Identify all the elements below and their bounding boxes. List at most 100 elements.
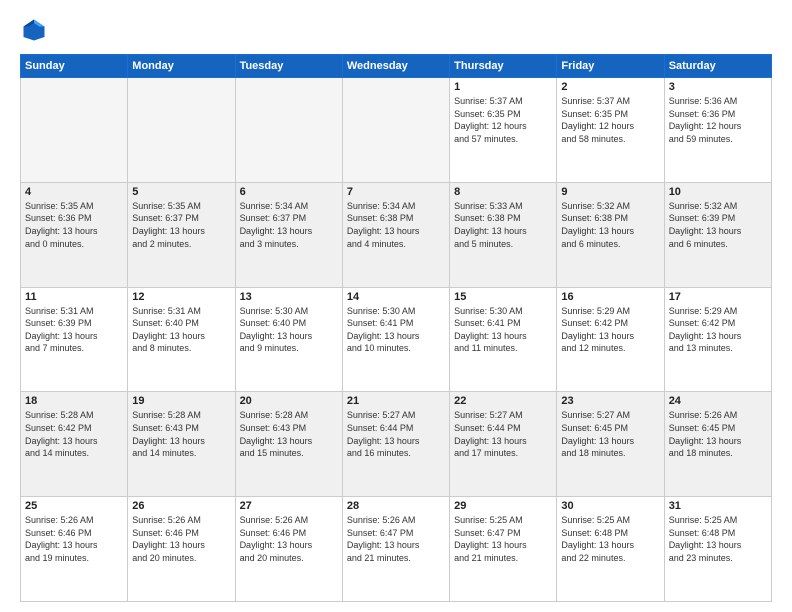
- calendar-day: 17Sunrise: 5:29 AMSunset: 6:42 PMDayligh…: [664, 287, 771, 392]
- day-number: 20: [240, 395, 338, 407]
- day-info: Sunrise: 5:25 AMSunset: 6:48 PMDaylight:…: [669, 514, 767, 564]
- day-info: Sunrise: 5:26 AMSunset: 6:46 PMDaylight:…: [25, 514, 123, 564]
- calendar-week-row: 11 Sunrise: 5:31 AMSunset: 6:39 PMDayligh…: [21, 287, 772, 392]
- calendar-day: 18Sunrise: 5:28 AMSunset: 6:42 PMDayligh…: [21, 392, 128, 497]
- day-number: 13: [240, 291, 338, 303]
- calendar-header-sunday: Sunday: [21, 55, 128, 78]
- day-info: Sunrise: 5:28 AMSunset: 6:43 PMDaylight:…: [132, 409, 230, 459]
- calendar-day: 5Sunrise: 5:35 AMSunset: 6:37 PMDaylight…: [128, 182, 235, 287]
- day-info: Sunrise: 5:31 AMSunset: 6:40 PMDaylight:…: [132, 305, 230, 355]
- calendar-week-row: 18Sunrise: 5:28 AMSunset: 6:42 PMDayligh…: [21, 392, 772, 497]
- day-number: 7: [347, 186, 445, 198]
- calendar-day: 23 Sunrise: 5:27 AMSunset: 6:45 PMDayligh…: [557, 392, 664, 497]
- day-info: Sunrise: 5:30 AMSunset: 6:40 PMDaylight:…: [240, 305, 338, 355]
- calendar-day: [235, 78, 342, 183]
- calendar-day: [342, 78, 449, 183]
- day-number: 9: [561, 186, 659, 198]
- day-number: 15: [454, 291, 552, 303]
- day-number: 26: [132, 500, 230, 512]
- calendar-day: 12 Sunrise: 5:31 AMSunset: 6:40 PMDayligh…: [128, 287, 235, 392]
- day-info: Sunrise: 5:26 AMSunset: 6:46 PMDaylight:…: [132, 514, 230, 564]
- calendar-day: 27 Sunrise: 5:26 AMSunset: 6:46 PMDayligh…: [235, 497, 342, 602]
- day-number: 8: [454, 186, 552, 198]
- day-info: Sunrise: 5:25 AMSunset: 6:48 PMDaylight:…: [561, 514, 659, 564]
- day-info: Sunrise: 5:26 AMSunset: 6:45 PMDaylight:…: [669, 409, 767, 459]
- calendar-day: 3 Sunrise: 5:36 AMSunset: 6:36 PMDaylight…: [664, 78, 771, 183]
- day-number: 4: [25, 186, 123, 198]
- day-number: 14: [347, 291, 445, 303]
- calendar-header-monday: Monday: [128, 55, 235, 78]
- day-info: Sunrise: 5:29 AMSunset: 6:42 PMDaylight:…: [669, 305, 767, 355]
- day-info: Sunrise: 5:26 AMSunset: 6:46 PMDaylight:…: [240, 514, 338, 564]
- day-number: 11: [25, 291, 123, 303]
- day-info: Sunrise: 5:32 AMSunset: 6:39 PMDaylight:…: [669, 200, 767, 250]
- day-number: 10: [669, 186, 767, 198]
- calendar-day: 14 Sunrise: 5:30 AMSunset: 6:41 PMDayligh…: [342, 287, 449, 392]
- calendar-day: 28 Sunrise: 5:26 AMSunset: 6:47 PMDayligh…: [342, 497, 449, 602]
- day-info: Sunrise: 5:26 AMSunset: 6:47 PMDaylight:…: [347, 514, 445, 564]
- calendar-day: [21, 78, 128, 183]
- calendar-header-saturday: Saturday: [664, 55, 771, 78]
- calendar-day: 25 Sunrise: 5:26 AMSunset: 6:46 PMDayligh…: [21, 497, 128, 602]
- calendar-day: 30 Sunrise: 5:25 AMSunset: 6:48 PMDayligh…: [557, 497, 664, 602]
- day-number: 12: [132, 291, 230, 303]
- day-info: Sunrise: 5:32 AMSunset: 6:38 PMDaylight:…: [561, 200, 659, 250]
- calendar-day: 10 Sunrise: 5:32 AMSunset: 6:39 PMDayligh…: [664, 182, 771, 287]
- day-number: 29: [454, 500, 552, 512]
- calendar-day: 1 Sunrise: 5:37 AMSunset: 6:35 PMDaylight…: [450, 78, 557, 183]
- day-info: Sunrise: 5:28 AMSunset: 6:43 PMDaylight:…: [240, 409, 338, 459]
- day-number: 24: [669, 395, 767, 407]
- day-number: 22: [454, 395, 552, 407]
- page: SundayMondayTuesdayWednesdayThursdayFrid…: [0, 0, 792, 612]
- day-info: Sunrise: 5:25 AMSunset: 6:47 PMDaylight:…: [454, 514, 552, 564]
- calendar-header-wednesday: Wednesday: [342, 55, 449, 78]
- calendar-day: 20 Sunrise: 5:28 AMSunset: 6:43 PMDayligh…: [235, 392, 342, 497]
- calendar-day: 21Sunrise: 5:27 AMSunset: 6:44 PMDayligh…: [342, 392, 449, 497]
- calendar-day: 29 Sunrise: 5:25 AMSunset: 6:47 PMDayligh…: [450, 497, 557, 602]
- calendar-table: SundayMondayTuesdayWednesdayThursdayFrid…: [20, 54, 772, 602]
- day-info: Sunrise: 5:35 AMSunset: 6:36 PMDaylight:…: [25, 200, 123, 250]
- day-info: Sunrise: 5:34 AMSunset: 6:37 PMDaylight:…: [240, 200, 338, 250]
- calendar-header-tuesday: Tuesday: [235, 55, 342, 78]
- day-number: 30: [561, 500, 659, 512]
- calendar-header-row: SundayMondayTuesdayWednesdayThursdayFrid…: [21, 55, 772, 78]
- calendar-week-row: 1 Sunrise: 5:37 AMSunset: 6:35 PMDaylight…: [21, 78, 772, 183]
- calendar-day: 4 Sunrise: 5:35 AMSunset: 6:36 PMDaylight…: [21, 182, 128, 287]
- calendar-day: 31 Sunrise: 5:25 AMSunset: 6:48 PMDayligh…: [664, 497, 771, 602]
- calendar-week-row: 4 Sunrise: 5:35 AMSunset: 6:36 PMDaylight…: [21, 182, 772, 287]
- calendar-day: [128, 78, 235, 183]
- calendar-day: 15 Sunrise: 5:30 AMSunset: 6:41 PMDayligh…: [450, 287, 557, 392]
- day-info: Sunrise: 5:30 AMSunset: 6:41 PMDaylight:…: [454, 305, 552, 355]
- header: [20, 16, 772, 44]
- calendar-day: 16 Sunrise: 5:29 AMSunset: 6:42 PMDayligh…: [557, 287, 664, 392]
- calendar-day: 22Sunrise: 5:27 AMSunset: 6:44 PMDayligh…: [450, 392, 557, 497]
- calendar-day: 8Sunrise: 5:33 AMSunset: 6:38 PMDaylight…: [450, 182, 557, 287]
- day-number: 31: [669, 500, 767, 512]
- day-info: Sunrise: 5:34 AMSunset: 6:38 PMDaylight:…: [347, 200, 445, 250]
- day-number: 25: [25, 500, 123, 512]
- day-number: 6: [240, 186, 338, 198]
- day-info: Sunrise: 5:28 AMSunset: 6:42 PMDaylight:…: [25, 409, 123, 459]
- day-info: Sunrise: 5:29 AMSunset: 6:42 PMDaylight:…: [561, 305, 659, 355]
- day-number: 28: [347, 500, 445, 512]
- day-number: 23: [561, 395, 659, 407]
- day-info: Sunrise: 5:36 AMSunset: 6:36 PMDaylight:…: [669, 95, 767, 145]
- calendar-header-thursday: Thursday: [450, 55, 557, 78]
- day-number: 21: [347, 395, 445, 407]
- logo: [20, 16, 52, 44]
- day-number: 27: [240, 500, 338, 512]
- day-info: Sunrise: 5:37 AMSunset: 6:35 PMDaylight:…: [561, 95, 659, 145]
- calendar-day: 6 Sunrise: 5:34 AMSunset: 6:37 PMDaylight…: [235, 182, 342, 287]
- day-info: Sunrise: 5:27 AMSunset: 6:45 PMDaylight:…: [561, 409, 659, 459]
- day-number: 2: [561, 81, 659, 93]
- day-info: Sunrise: 5:30 AMSunset: 6:41 PMDaylight:…: [347, 305, 445, 355]
- day-number: 1: [454, 81, 552, 93]
- calendar-week-row: 25 Sunrise: 5:26 AMSunset: 6:46 PMDayligh…: [21, 497, 772, 602]
- day-number: 5: [132, 186, 230, 198]
- calendar-header-friday: Friday: [557, 55, 664, 78]
- day-info: Sunrise: 5:31 AMSunset: 6:39 PMDaylight:…: [25, 305, 123, 355]
- day-number: 3: [669, 81, 767, 93]
- day-number: 16: [561, 291, 659, 303]
- calendar-day: 11 Sunrise: 5:31 AMSunset: 6:39 PMDayligh…: [21, 287, 128, 392]
- day-info: Sunrise: 5:37 AMSunset: 6:35 PMDaylight:…: [454, 95, 552, 145]
